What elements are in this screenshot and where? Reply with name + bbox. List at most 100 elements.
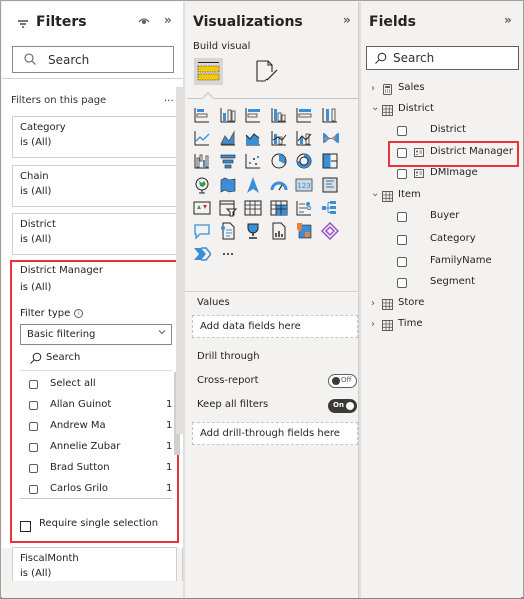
decomposition-tree-icon[interactable]: [321, 199, 339, 217]
filter-type-dropdown[interactable]: Basic filtering: [20, 324, 172, 345]
slicer-icon[interactable]: [219, 199, 237, 217]
checkbox[interactable]: [397, 126, 407, 136]
collapse-filters-icon[interactable]: »: [164, 13, 172, 27]
collapse-visualizations-icon[interactable]: »: [343, 13, 351, 27]
app-frame: Filters » Search Filters on this page ..…: [0, 0, 524, 599]
waterfall-chart-icon[interactable]: [193, 152, 211, 170]
matrix-icon[interactable]: [270, 199, 288, 217]
build-visual-tab[interactable]: [194, 58, 223, 85]
require-single-checkbox[interactable]: [20, 521, 31, 532]
more-options-icon[interactable]: ...: [164, 93, 174, 104]
paginated-report-icon[interactable]: [270, 222, 288, 240]
smart-narrative-icon[interactable]: [219, 222, 237, 240]
gauge-icon[interactable]: [270, 176, 288, 194]
search-icon: [24, 53, 36, 65]
table-sales[interactable]: › Sales: [361, 79, 521, 100]
checkbox[interactable]: [29, 464, 38, 473]
field-segment[interactable]: Segment: [361, 273, 521, 294]
table-district[interactable]: ⌄ District: [361, 100, 521, 121]
checkbox[interactable]: [397, 235, 407, 245]
donut-chart-icon[interactable]: [295, 152, 313, 170]
drill-through-drop-zone[interactable]: Add drill-through fields here: [192, 422, 358, 445]
filter-card-district-manager[interactable]: District Manager is (All) Filter type i B…: [10, 260, 180, 543]
info-icon[interactable]: i: [74, 309, 84, 318]
100-stacked-bar-chart-icon[interactable]: [295, 106, 313, 124]
filters-search-input[interactable]: Search: [12, 46, 174, 73]
line-stacked-column-icon[interactable]: [295, 129, 313, 147]
table-time[interactable]: › Time: [361, 315, 521, 336]
treemap-icon[interactable]: [321, 152, 339, 170]
list-item[interactable]: Carlos Grilo 1: [20, 480, 172, 494]
field-category[interactable]: Category: [361, 230, 521, 251]
chevron-right-icon[interactable]: ›: [371, 319, 375, 330]
filters-scrollbar[interactable]: [176, 87, 183, 434]
fields-search-input[interactable]: Search: [366, 46, 519, 70]
checkbox[interactable]: [29, 443, 38, 452]
list-item[interactable]: Allan Guinot 1: [20, 396, 172, 416]
power-apps-icon[interactable]: [320, 222, 339, 240]
filter-values-search[interactable]: Search: [46, 352, 80, 363]
select-all-item[interactable]: Select all: [20, 375, 172, 395]
100-stacked-column-chart-icon[interactable]: [321, 106, 339, 124]
eye-icon[interactable]: [138, 16, 150, 26]
multi-row-card-icon[interactable]: [321, 176, 339, 194]
list-item[interactable]: Andrew Ma 1: [20, 417, 172, 437]
chevron-down-icon[interactable]: ⌄: [371, 102, 379, 113]
arcgis-map-icon[interactable]: [295, 222, 313, 240]
item-label: Select all: [50, 378, 96, 389]
map-icon[interactable]: [193, 176, 211, 194]
checkbox[interactable]: [29, 422, 38, 431]
cross-report-toggle[interactable]: Off: [328, 374, 357, 388]
format-visual-tab[interactable]: [255, 58, 281, 84]
filter-card-district[interactable]: District is (All): [12, 213, 177, 255]
checkbox[interactable]: [397, 257, 407, 267]
more-visuals-icon[interactable]: [219, 245, 237, 263]
keep-all-filters-label: Keep all filters: [197, 399, 269, 410]
checkbox[interactable]: [397, 212, 407, 222]
stacked-bar-chart-icon[interactable]: [193, 106, 211, 124]
collapse-fields-icon[interactable]: »: [504, 13, 512, 27]
pie-chart-icon[interactable]: [270, 152, 288, 170]
kpi-icon[interactable]: [193, 199, 211, 217]
values-drop-zone[interactable]: Add data fields here: [192, 315, 358, 338]
checkbox[interactable]: [397, 169, 407, 179]
list-item[interactable]: Brad Sutton 1: [20, 459, 172, 479]
field-dmimage[interactable]: DMImage: [361, 164, 521, 185]
table-icon[interactable]: [244, 199, 262, 217]
field-district[interactable]: District: [361, 121, 521, 142]
line-chart-icon[interactable]: [193, 129, 211, 147]
checkbox[interactable]: [29, 380, 38, 389]
power-automate-icon[interactable]: [193, 245, 211, 263]
field-buyer[interactable]: Buyer: [361, 207, 521, 228]
filter-card-category[interactable]: Category is (All): [12, 116, 177, 158]
azure-map-icon[interactable]: [244, 176, 262, 194]
ribbon-chart-icon[interactable]: [321, 129, 339, 147]
qa-icon[interactable]: [193, 222, 211, 240]
list-item[interactable]: Annelie Zubar 1: [20, 438, 172, 458]
card-icon[interactable]: 123: [295, 176, 313, 194]
funnel-chart-icon[interactable]: [219, 152, 237, 170]
keep-all-filters-toggle[interactable]: On: [328, 399, 357, 413]
chevron-right-icon[interactable]: ›: [371, 83, 375, 94]
filled-map-icon[interactable]: [219, 176, 237, 194]
filter-card-chain[interactable]: Chain is (All): [12, 165, 177, 207]
scatter-chart-icon[interactable]: [244, 152, 262, 170]
chevron-right-icon[interactable]: ›: [371, 298, 375, 309]
filter-card-fiscalmonth[interactable]: FiscalMonth is (All): [12, 547, 177, 581]
metrics-icon[interactable]: [244, 222, 262, 240]
checkbox[interactable]: [29, 485, 38, 494]
key-influencers-icon[interactable]: [295, 199, 313, 217]
line-clustered-column-icon[interactable]: [270, 129, 288, 147]
area-chart-icon[interactable]: [219, 129, 237, 147]
table-store[interactable]: › Store: [361, 294, 521, 315]
table-item[interactable]: ⌄ Item: [361, 186, 521, 207]
clustered-bar-chart-icon[interactable]: [244, 106, 262, 124]
drill-through-placeholder: Add drill-through fields here: [200, 428, 340, 439]
checkbox[interactable]: [29, 401, 38, 410]
field-familyname[interactable]: FamilyName: [361, 252, 521, 273]
clustered-column-chart-icon[interactable]: [270, 106, 288, 124]
stacked-column-chart-icon[interactable]: [219, 106, 237, 124]
stacked-area-chart-icon[interactable]: [244, 129, 262, 147]
chevron-down-icon[interactable]: ⌄: [371, 188, 379, 199]
checkbox[interactable]: [397, 278, 407, 288]
